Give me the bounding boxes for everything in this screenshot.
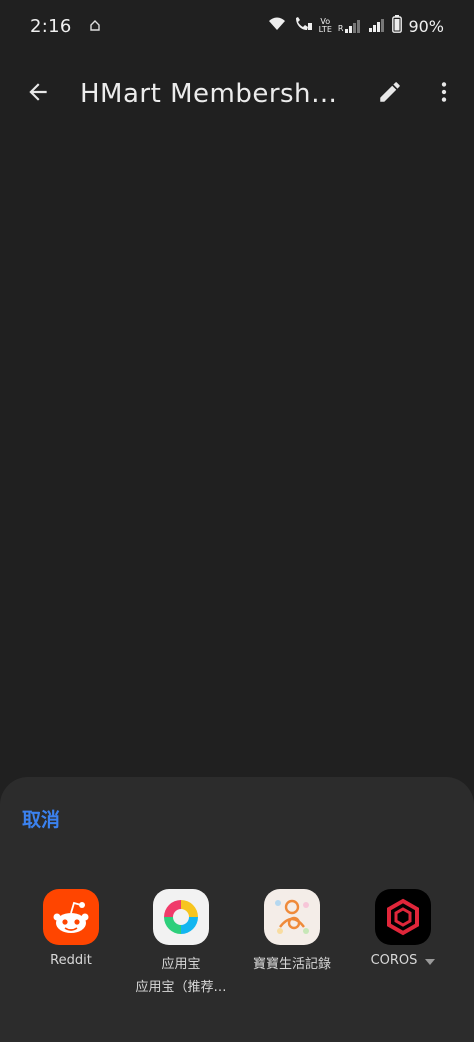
app-label: COROS	[370, 953, 418, 968]
share-app-baby-log[interactable]: 寶寶生活記錄	[237, 889, 347, 972]
app-label: 应用宝	[161, 957, 201, 972]
share-app-coros[interactable]: COROS	[348, 889, 458, 968]
arrow-left-icon	[25, 79, 51, 109]
wifi-icon	[267, 16, 287, 36]
battery-percent: 90%	[408, 16, 444, 36]
status-bar: 2:16 Vo LTE R 90%	[0, 0, 474, 52]
signal-2-icon	[368, 17, 386, 36]
signal-1-icon: R	[338, 19, 363, 33]
status-time: 2:16	[30, 15, 72, 37]
share-apps-row: Reddit 应用宝 应用宝（推荐… 寶寶生活記錄 COROS	[0, 889, 474, 999]
back-button[interactable]	[14, 70, 62, 118]
page-title: HMart Membershi…	[80, 79, 342, 109]
more-options-button[interactable]	[420, 70, 468, 118]
yingyongbao-icon	[153, 889, 209, 945]
notification-icon	[88, 19, 102, 33]
battery-icon	[392, 15, 403, 37]
share-sheet: 取消 Reddit 应用宝 应用宝（推荐… 寶寶生活記錄 COROS	[0, 777, 474, 1042]
edit-button[interactable]	[366, 70, 414, 118]
pencil-icon	[377, 79, 403, 109]
app-sublabel: 应用宝（推荐…	[135, 980, 227, 995]
volte-indicator: Vo LTE	[318, 17, 332, 34]
screen: 2:16 Vo LTE R 90% HMart Membershi… 取消 Re…	[0, 0, 474, 1042]
share-app-reddit[interactable]: Reddit	[16, 889, 126, 968]
chevron-down-icon[interactable]	[425, 958, 436, 965]
share-app-yingyongbao[interactable]: 应用宝 应用宝（推荐…	[126, 889, 236, 995]
baby-log-icon	[264, 889, 320, 945]
app-label: Reddit	[50, 953, 92, 968]
reddit-icon	[43, 889, 99, 945]
app-label: 寶寶生活記錄	[252, 957, 331, 972]
wifi-calling-icon	[293, 16, 313, 36]
coros-icon	[375, 889, 431, 945]
cancel-button[interactable]: 取消	[22, 805, 60, 832]
app-bar: HMart Membershi…	[0, 62, 474, 126]
status-icons: Vo LTE R 90%	[267, 15, 444, 37]
more-vertical-icon	[431, 79, 457, 109]
